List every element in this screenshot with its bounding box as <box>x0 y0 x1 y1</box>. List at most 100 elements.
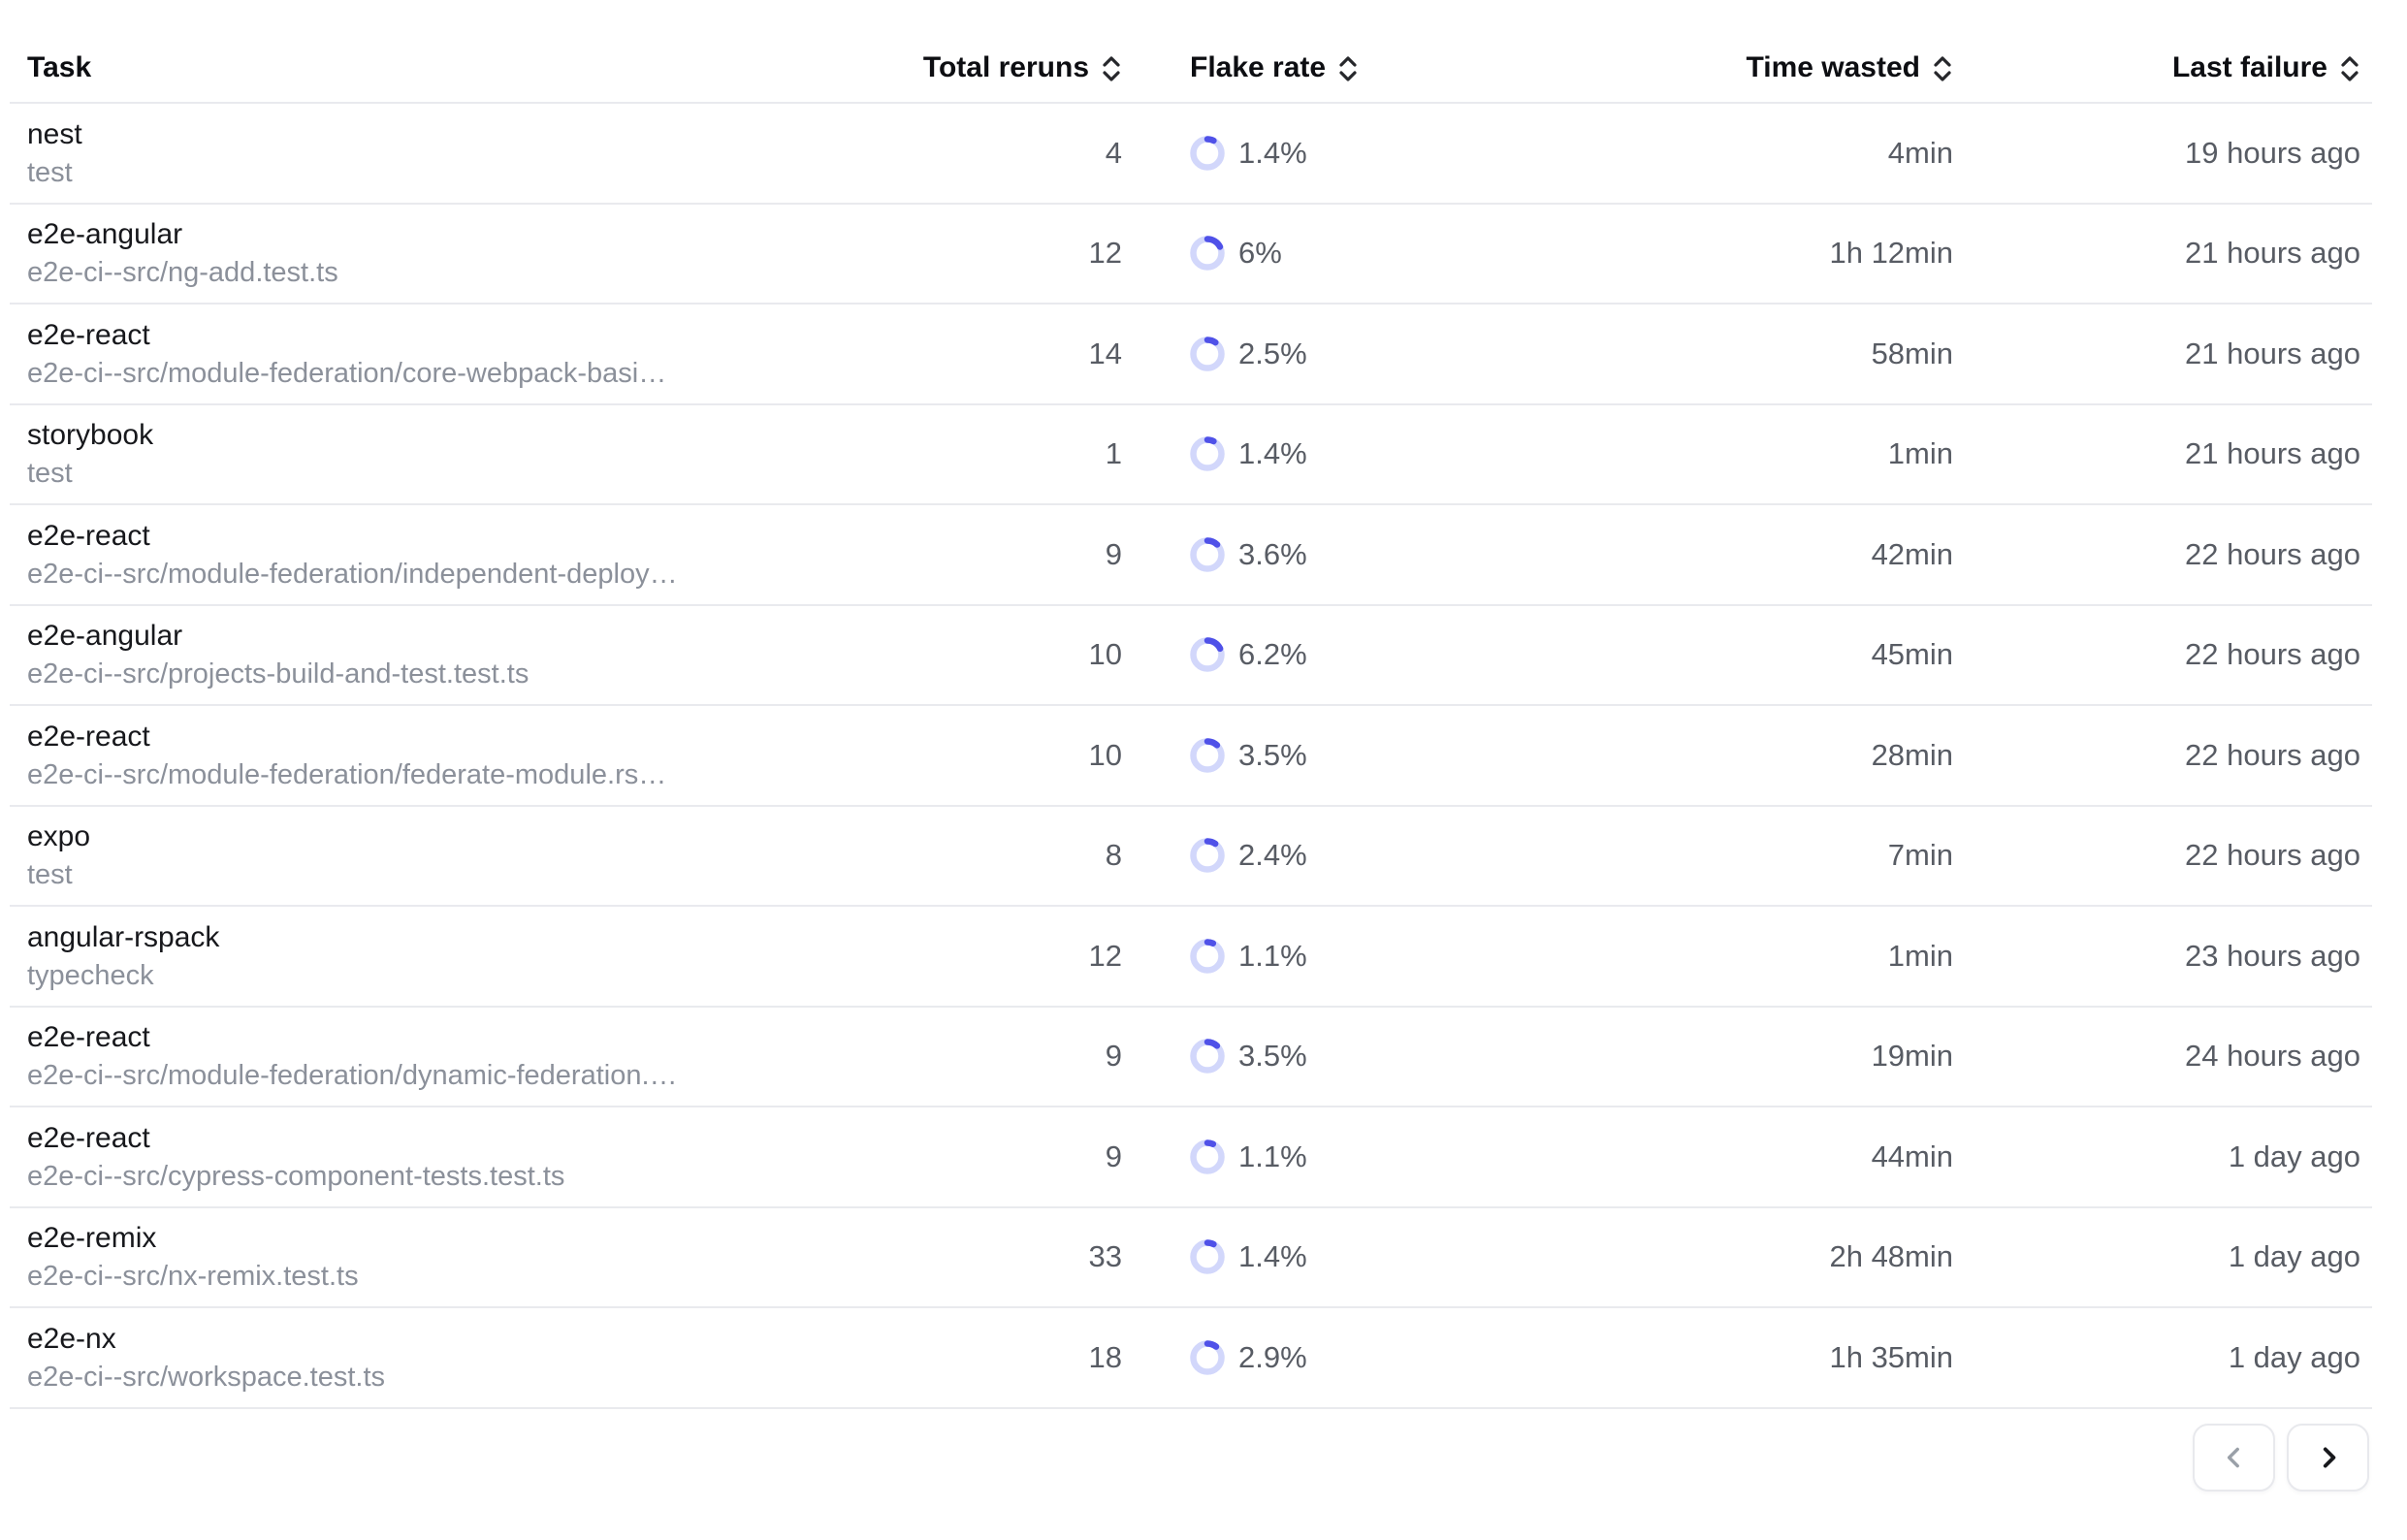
table-row[interactable]: angular-rspack typecheck 12 1.1% 1min 23… <box>10 907 2372 1008</box>
flake-rate-donut-icon <box>1190 537 1225 572</box>
time-wasted-value: 4min <box>1517 136 1963 171</box>
time-wasted-value: 1h 35min <box>1517 1340 1963 1375</box>
flake-rate-value: 2.4% <box>1238 838 1307 873</box>
column-label: Flake rate <box>1190 51 1326 84</box>
flake-rate-donut-icon <box>1190 939 1225 974</box>
table-row[interactable]: e2e-nx e2e-ci--src/workspace.test.ts 18 … <box>10 1308 2372 1409</box>
pagination <box>2193 1424 2369 1492</box>
task-cell: e2e-angular e2e-ci--src/ng-add.test.ts <box>27 215 896 291</box>
task-cell: e2e-remix e2e-ci--src/nx-remix.test.ts <box>27 1219 896 1295</box>
chevron-right-icon <box>2314 1443 2343 1472</box>
flake-rate-donut-icon <box>1190 838 1225 873</box>
last-failure-value: 23 hours ago <box>1963 939 2360 974</box>
total-reruns-value: 12 <box>896 236 1129 271</box>
flake-rate-value: 1.4% <box>1238 1239 1307 1274</box>
task-subtask: e2e-ci--src/module-federation/federate-m… <box>27 757 896 793</box>
table-row[interactable]: e2e-react e2e-ci--src/module-federation/… <box>10 706 2372 807</box>
flake-rate-donut-icon <box>1190 1340 1225 1375</box>
total-reruns-value: 10 <box>896 637 1129 672</box>
total-reruns-value: 1 <box>896 436 1129 471</box>
time-wasted-value: 28min <box>1517 738 1963 773</box>
task-cell: e2e-react e2e-ci--src/cypress-component-… <box>27 1119 896 1195</box>
task-cell: e2e-nx e2e-ci--src/workspace.test.ts <box>27 1320 896 1396</box>
flake-rate-cell: 6% <box>1129 236 1517 271</box>
previous-page-button[interactable] <box>2193 1424 2275 1492</box>
task-subtask: e2e-ci--src/cypress-component-tests.test… <box>27 1159 896 1195</box>
flake-rate-value: 1.1% <box>1238 1139 1307 1174</box>
flake-rate-value: 2.5% <box>1238 337 1307 371</box>
task-name: e2e-react <box>27 1018 896 1057</box>
time-wasted-value: 7min <box>1517 838 1963 873</box>
total-reruns-value: 14 <box>896 337 1129 371</box>
task-name: expo <box>27 818 896 856</box>
flake-rate-donut-icon <box>1190 1239 1225 1274</box>
column-header-time-wasted[interactable]: Time wasted <box>1517 51 1963 84</box>
time-wasted-value: 1min <box>1517 436 1963 471</box>
flake-rate-donut-icon <box>1190 1039 1225 1074</box>
task-cell: e2e-react e2e-ci--src/module-federation/… <box>27 316 896 392</box>
flake-rate-value: 2.9% <box>1238 1340 1307 1375</box>
time-wasted-value: 58min <box>1517 337 1963 371</box>
table-row[interactable]: e2e-react e2e-ci--src/module-federation/… <box>10 305 2372 405</box>
total-reruns-value: 12 <box>896 939 1129 974</box>
table-row[interactable]: expo test 8 2.4% 7min 22 hours ago <box>10 807 2372 908</box>
flake-rate-cell: 1.4% <box>1129 436 1517 471</box>
total-reruns-value: 10 <box>896 738 1129 773</box>
task-subtask: e2e-ci--src/module-federation/independen… <box>27 557 896 593</box>
flake-rate-cell: 3.5% <box>1129 738 1517 773</box>
table-row[interactable]: e2e-remix e2e-ci--src/nx-remix.test.ts 3… <box>10 1208 2372 1309</box>
last-failure-value: 1 day ago <box>1963 1340 2360 1375</box>
flake-rate-value: 3.6% <box>1238 537 1307 572</box>
task-subtask: test <box>27 857 896 893</box>
flake-rate-value: 1.4% <box>1238 436 1307 471</box>
total-reruns-value: 9 <box>896 1039 1129 1074</box>
last-failure-value: 24 hours ago <box>1963 1039 2360 1074</box>
column-header-last-failure[interactable]: Last failure <box>1963 51 2360 84</box>
table-row[interactable]: e2e-angular e2e-ci--src/projects-build-a… <box>10 606 2372 707</box>
task-subtask: e2e-ci--src/workspace.test.ts <box>27 1360 896 1396</box>
table-row[interactable]: storybook test 1 1.4% 1min 21 hours ago <box>10 405 2372 506</box>
task-subtask: test <box>27 456 896 492</box>
task-cell: e2e-react e2e-ci--src/module-federation/… <box>27 1018 896 1094</box>
time-wasted-value: 45min <box>1517 637 1963 672</box>
flake-rate-cell: 1.1% <box>1129 1139 1517 1174</box>
task-name: e2e-react <box>27 316 896 355</box>
flake-rate-cell: 2.5% <box>1129 337 1517 371</box>
task-subtask: e2e-ci--src/projects-build-and-test.test… <box>27 657 896 692</box>
flake-rate-value: 1.1% <box>1238 939 1307 974</box>
column-header-flake-rate[interactable]: Flake rate <box>1129 51 1517 84</box>
next-page-button[interactable] <box>2287 1424 2369 1492</box>
last-failure-value: 22 hours ago <box>1963 738 2360 773</box>
flake-rate-donut-icon <box>1190 236 1225 271</box>
last-failure-value: 1 day ago <box>1963 1139 2360 1174</box>
last-failure-value: 22 hours ago <box>1963 637 2360 672</box>
table-row[interactable]: e2e-react e2e-ci--src/module-federation/… <box>10 505 2372 606</box>
task-subtask: e2e-ci--src/nx-remix.test.ts <box>27 1259 896 1295</box>
column-header-task: Task <box>27 51 896 84</box>
flake-rate-value: 6.2% <box>1238 637 1307 672</box>
column-label: Time wasted <box>1746 51 1920 84</box>
total-reruns-value: 9 <box>896 1139 1129 1174</box>
task-cell: storybook test <box>27 416 896 492</box>
column-header-total-reruns[interactable]: Total reruns <box>896 51 1129 84</box>
flake-rate-cell: 3.5% <box>1129 1039 1517 1074</box>
flake-rate-cell: 2.4% <box>1129 838 1517 873</box>
total-reruns-value: 4 <box>896 136 1129 171</box>
flake-rate-donut-icon <box>1190 1139 1225 1174</box>
time-wasted-value: 19min <box>1517 1039 1963 1074</box>
table-body: nest test 4 1.4% 4min 19 hours ago e2e-a… <box>10 104 2372 1409</box>
table-header-row: Task Total reruns Flake rate Time wasted… <box>10 0 2372 104</box>
sort-chevrons-icon <box>1932 54 1953 83</box>
flake-rate-donut-icon <box>1190 136 1225 171</box>
table-row[interactable]: e2e-react e2e-ci--src/module-federation/… <box>10 1008 2372 1108</box>
task-cell: angular-rspack typecheck <box>27 918 896 994</box>
task-name: e2e-angular <box>27 617 896 656</box>
time-wasted-value: 42min <box>1517 537 1963 572</box>
table-row[interactable]: e2e-react e2e-ci--src/cypress-component-… <box>10 1107 2372 1208</box>
task-name: storybook <box>27 416 896 455</box>
table-row[interactable]: e2e-angular e2e-ci--src/ng-add.test.ts 1… <box>10 205 2372 305</box>
table-row[interactable]: nest test 4 1.4% 4min 19 hours ago <box>10 104 2372 205</box>
last-failure-value: 19 hours ago <box>1963 136 2360 171</box>
total-reruns-value: 18 <box>896 1340 1129 1375</box>
task-name: angular-rspack <box>27 918 896 957</box>
